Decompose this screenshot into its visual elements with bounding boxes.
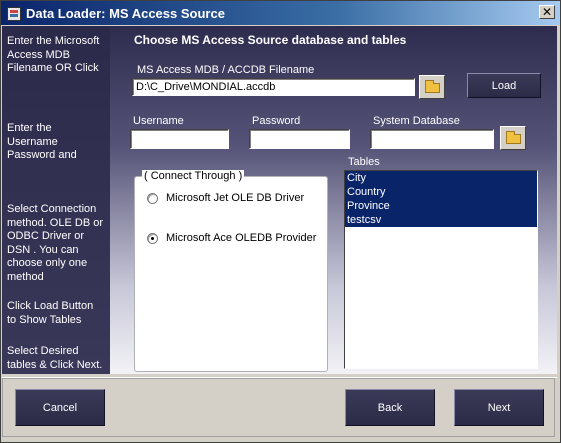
radio-button[interactable] <box>147 192 158 204</box>
folder-icon <box>425 80 440 93</box>
list-item[interactable]: Country <box>345 185 537 199</box>
next-button[interactable]: Next <box>454 389 544 426</box>
list-item[interactable]: City <box>345 171 537 185</box>
password-label: Password <box>252 115 301 127</box>
page-title: Choose MS Access Source database and tab… <box>134 33 407 47</box>
title-bar[interactable]: Data Loader: MS Access Source ✕ <box>1 1 560 25</box>
cancel-button[interactable]: Cancel <box>15 389 105 426</box>
username-label: Username <box>133 115 184 127</box>
folder-icon <box>506 131 521 144</box>
app-icon <box>7 7 21 21</box>
browse-system-db-button[interactable] <box>500 126 526 150</box>
password-input[interactable] <box>249 129 350 149</box>
help-step-load: Click Load Button to Show Tables <box>7 300 94 326</box>
connect-through-title: ( Connect Through ) <box>142 170 245 182</box>
list-item[interactable]: testcsv <box>345 213 537 227</box>
tables-label: Tables <box>348 156 380 168</box>
radio-label: Microsoft Ace OLEDB Provider <box>166 232 317 244</box>
window-title: Data Loader: MS Access Source <box>26 6 225 21</box>
help-step-credentials: Enter the Username Password and <box>7 122 77 161</box>
system-database-input[interactable] <box>370 129 494 149</box>
system-database-label: System Database <box>373 115 460 127</box>
radio-ace-oledb[interactable]: Microsoft Ace OLEDB Provider <box>147 232 316 244</box>
filename-label: MS Access MDB / ACCDB Filename <box>137 64 315 76</box>
connect-through-group <box>134 176 328 372</box>
username-input[interactable] <box>130 129 229 149</box>
list-item[interactable]: Province <box>345 199 537 213</box>
radio-button-checked[interactable] <box>147 232 158 244</box>
close-button[interactable]: ✕ <box>539 5 555 19</box>
radio-label: Microsoft Jet OLE DB Driver <box>166 192 305 204</box>
filename-input[interactable] <box>132 78 415 96</box>
help-step-select: Select Desired tables & Click Next. <box>7 345 103 371</box>
back-button[interactable]: Back <box>345 389 435 426</box>
radio-jet-oledb[interactable]: Microsoft Jet OLE DB Driver <box>147 192 304 204</box>
close-icon: ✕ <box>541 5 553 19</box>
help-step-filename: Enter the Microsoft Access MDB Filename … <box>7 35 100 74</box>
help-step-connection: Select Connection method. OLE DB or ODBC… <box>7 203 103 283</box>
load-button[interactable]: Load <box>467 73 541 98</box>
tables-listbox[interactable]: City Country Province testcsv <box>344 170 538 369</box>
browse-mdb-button[interactable] <box>419 75 445 99</box>
